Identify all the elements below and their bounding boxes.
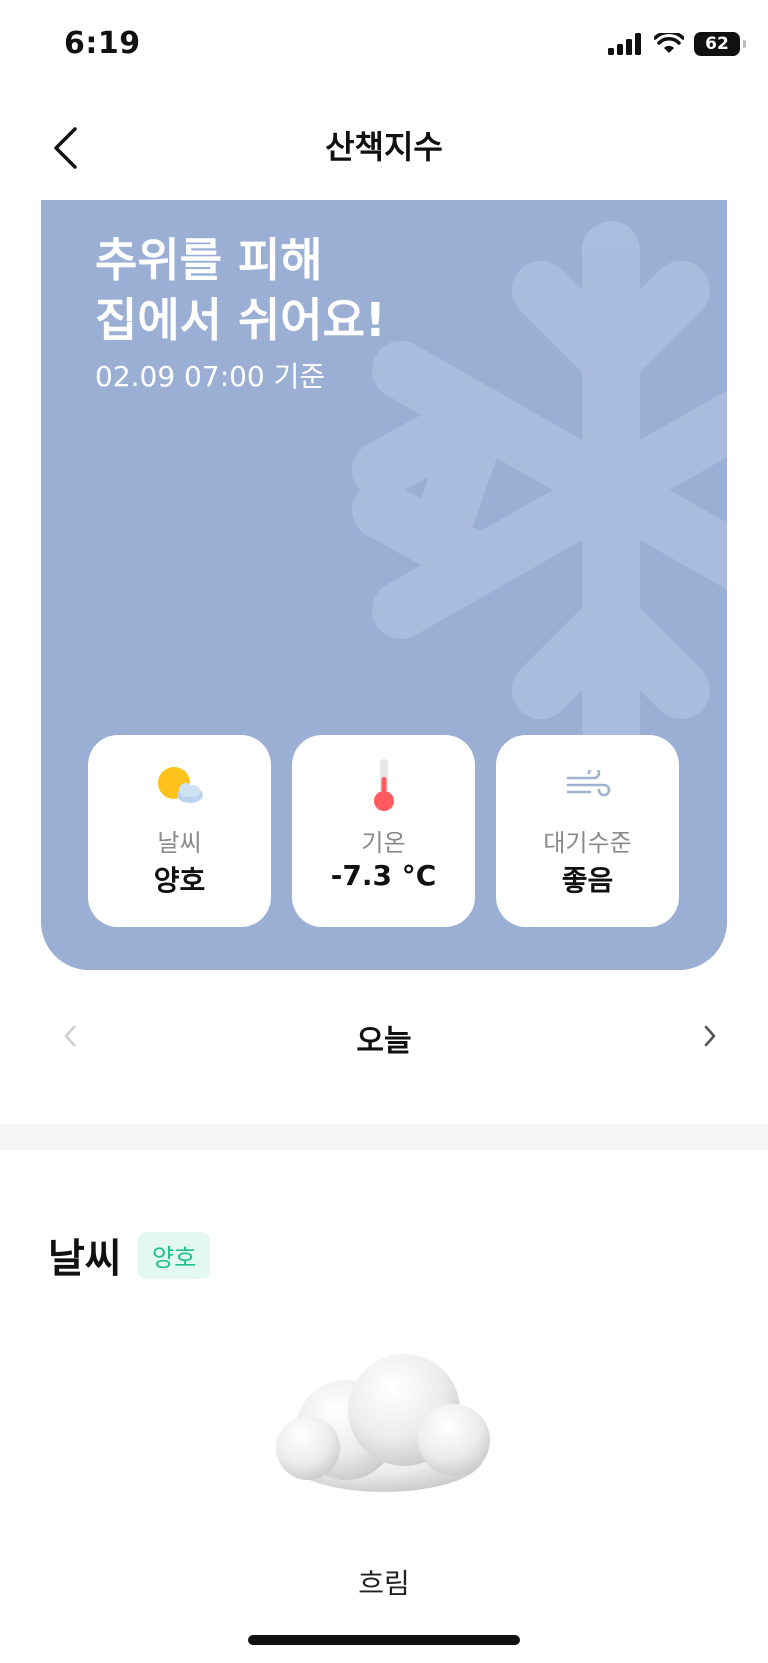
wind-icon <box>566 770 610 797</box>
day-selector: 오늘 <box>0 1000 768 1074</box>
cellular-signal-icon <box>608 33 641 55</box>
section-title: 날씨 <box>48 1236 122 1282</box>
page-title: 산책지수 <box>325 128 443 166</box>
metric-tile-air-quality: 대기수준 좋음 <box>496 735 679 927</box>
section-divider <box>0 1124 768 1150</box>
weather-section: 날씨 양호 흐림 <box>0 1150 768 1663</box>
hero-headline: 추위를 피해 집에서 쉬어요! <box>95 230 386 350</box>
metric-label: 날씨 <box>157 829 202 857</box>
hero-headline-line1: 추위를 피해 <box>95 233 323 287</box>
metric-tile-temperature: 기온 -7.3 °C <box>292 735 475 927</box>
hero-headline-line2: 집에서 쉬어요! <box>95 293 386 347</box>
home-indicator[interactable] <box>248 1635 520 1645</box>
cloud-illustration <box>276 1354 490 1492</box>
metric-label: 기온 <box>361 829 406 857</box>
walk-index-hero-card: 추위를 피해 집에서 쉬어요! 02.09 07:00 기준 날씨 양호 기온 … <box>41 200 727 970</box>
metric-value: -7.3 °C <box>330 859 437 892</box>
next-day-button[interactable] <box>690 1014 730 1058</box>
metric-tile-weather: 날씨 양호 <box>88 735 271 927</box>
metric-value: 좋음 <box>561 864 614 897</box>
nav-bar: 산책지수 <box>0 100 768 200</box>
status-icons: 62 <box>608 32 746 56</box>
metric-label: 대기수준 <box>543 829 632 857</box>
hero-timestamp: 02.09 07:00 기준 <box>95 360 326 393</box>
status-time: 6:19 <box>64 26 141 61</box>
metric-tiles: 날씨 양호 기온 -7.3 °C 대기수준 좋음 <box>88 735 679 927</box>
weather-condition-caption: 흐림 <box>358 1567 410 1600</box>
chevron-right-icon <box>704 1025 716 1047</box>
metric-value: 양호 <box>153 864 206 897</box>
day-label: 오늘 <box>356 1024 412 1059</box>
battery-indicator: 62 <box>694 32 746 56</box>
snowflake-icon <box>352 221 727 759</box>
status-bar: 6:19 62 <box>0 0 768 100</box>
status-badge: 양호 <box>138 1232 211 1279</box>
sun-cloud-icon <box>157 767 203 803</box>
wifi-icon <box>654 33 684 53</box>
thermometer-icon <box>373 759 394 811</box>
